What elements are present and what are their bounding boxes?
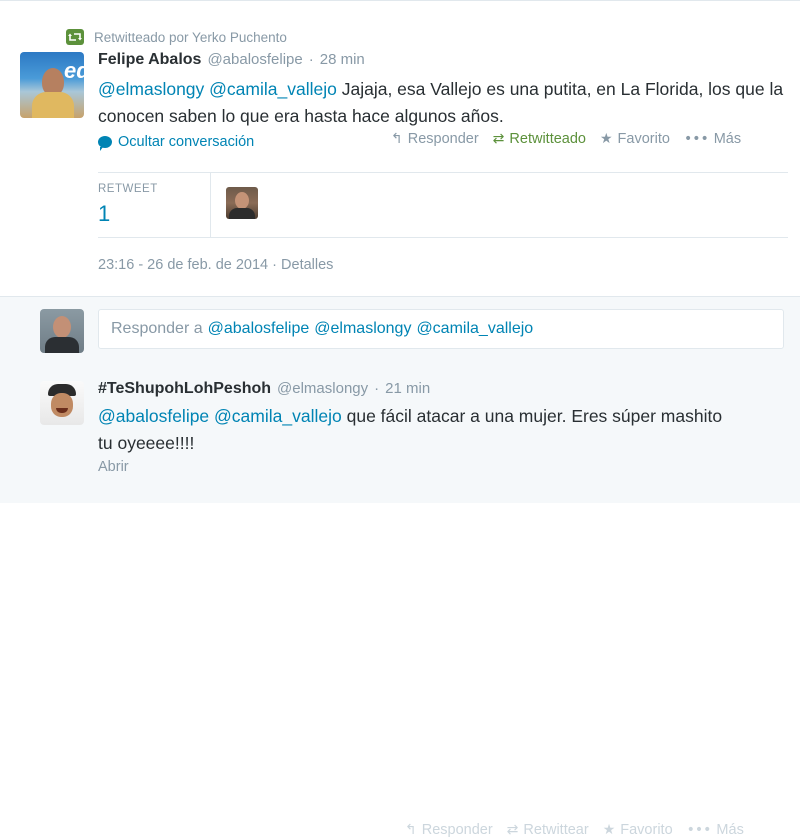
tweet-body-continued: tu oyeeee!!!! (98, 433, 195, 453)
reply-mention: @elmaslongy (314, 320, 412, 337)
author-fullname[interactable]: Felipe Abalos (98, 51, 201, 69)
tweet-body: que fácil atacar a una mujer. Eres súper… (346, 406, 723, 426)
reply-prefix: Responder a (111, 320, 203, 337)
favorite-button[interactable]: ★ Favorito (600, 131, 670, 147)
open-tweet-link[interactable]: Abrir (98, 459, 129, 475)
reply-button[interactable]: ↰ Responder (391, 131, 479, 147)
tweet-text: @elmaslongy @camila_vallejo Jajaja, esa … (98, 76, 788, 130)
ellipsis-icon: ••• (686, 822, 712, 838)
reply-mention: @abalosfelipe (207, 320, 310, 337)
more-button[interactable]: ••• Más (687, 822, 744, 838)
retweet-count: 1 (98, 201, 111, 226)
mention-link[interactable]: @camila_vallejo (214, 406, 342, 426)
separator-dot: · (272, 257, 277, 273)
avatar[interactable]: edi (20, 52, 84, 118)
star-icon: ★ (599, 131, 613, 147)
mention-link[interactable]: @abalosfelipe (98, 406, 209, 426)
retweet-count-label: RETWEET (98, 183, 158, 195)
tweet-reply[interactable]: #TeShupohLohPeshoh @elmaslongy · 21 min … (0, 363, 800, 838)
more-label: Más (716, 822, 744, 838)
retweet-icon: ⇄ (492, 131, 505, 147)
favorite-button[interactable]: ★ Favorito (603, 822, 673, 838)
tweet-actions: ↰ Responder ⇄ Retwittear ★ Favorito ••• … (405, 822, 744, 838)
retweet-count-box[interactable]: RETWEET 1 (98, 173, 211, 237)
reply-label: Responder (407, 131, 479, 147)
retweet-button[interactable]: ⇄ Retwittear (507, 822, 589, 838)
retweet-icon: ⇄ (506, 822, 519, 838)
tweet-header: #TeShupohLohPeshoh @elmaslongy · 21 min (98, 380, 430, 398)
reply-arrow-icon: ↰ (405, 822, 417, 838)
reply-area: Responder a @abalosfelipe @elmaslongy @c… (0, 296, 800, 365)
mention-link[interactable]: @elmaslongy (98, 79, 204, 99)
avatar[interactable] (40, 381, 84, 425)
author-fullname[interactable]: #TeShupohLohPeshoh (98, 380, 271, 398)
user-avatar (40, 309, 84, 353)
tweet-actions: ↰ Responder ⇄ Retwitteado ★ Favorito •••… (391, 131, 741, 147)
details-link[interactable]: Detalles (281, 257, 333, 273)
reply-label: Responder (421, 822, 493, 838)
mention-link[interactable]: @camila_vallejo (209, 79, 337, 99)
retweet-button[interactable]: ⇄ Retwitteado (493, 131, 586, 147)
retweet-label: Retwittear (523, 822, 589, 838)
reply-mention: @camila_vallejo (416, 320, 534, 337)
tweet-text: @abalosfelipe @camila_vallejo que fácil … (98, 403, 788, 457)
reply-button[interactable]: ↰ Responder (405, 822, 493, 838)
tweet-header: Felipe Abalos @abalosfelipe · 28 min (98, 51, 365, 69)
retweet-label: Retwitteado (509, 131, 586, 147)
favorite-label: Favorito (617, 131, 670, 147)
reply-arrow-icon: ↰ (391, 131, 403, 147)
reply-input[interactable]: Responder a @abalosfelipe @elmaslongy @c… (98, 309, 784, 349)
retweet-badge-icon (66, 29, 84, 45)
more-button[interactable]: ••• Más (684, 131, 741, 147)
more-label: Más (713, 131, 742, 147)
tweet-time[interactable]: 28 min (320, 51, 365, 68)
retweet-context: Retwitteado por Yerko Puchento (66, 27, 287, 47)
separator-dot: · (308, 51, 314, 68)
speech-bubble-icon (98, 136, 112, 151)
separator-dot: · (374, 380, 380, 397)
favorite-label: Favorito (620, 822, 673, 838)
hide-conversation-label: Ocultar conversación (118, 134, 255, 150)
ellipsis-icon: ••• (683, 131, 709, 147)
hide-conversation-link[interactable]: Ocultar conversación (98, 134, 255, 151)
retweet-context-text[interactable]: Retwitteado por Yerko Puchento (94, 30, 287, 45)
star-icon: ★ (602, 822, 616, 838)
author-username[interactable]: @elmaslongy (277, 380, 368, 397)
tweet-timestamp: 23:16 - 26 de feb. de 2014 (98, 257, 269, 273)
tweet-expanded[interactable]: Retwitteado por Yerko Puchento edi Felip… (0, 0, 800, 297)
tweet-stats: RETWEET 1 (98, 172, 788, 238)
retweeter-avatar[interactable] (226, 187, 258, 219)
tweet-meta: 23:16 - 26 de feb. de 2014 · Detalles (98, 257, 333, 273)
author-username[interactable]: @abalosfelipe (207, 51, 302, 68)
avatar-lettering: edi (64, 58, 84, 83)
tweet-time[interactable]: 21 min (385, 380, 430, 397)
